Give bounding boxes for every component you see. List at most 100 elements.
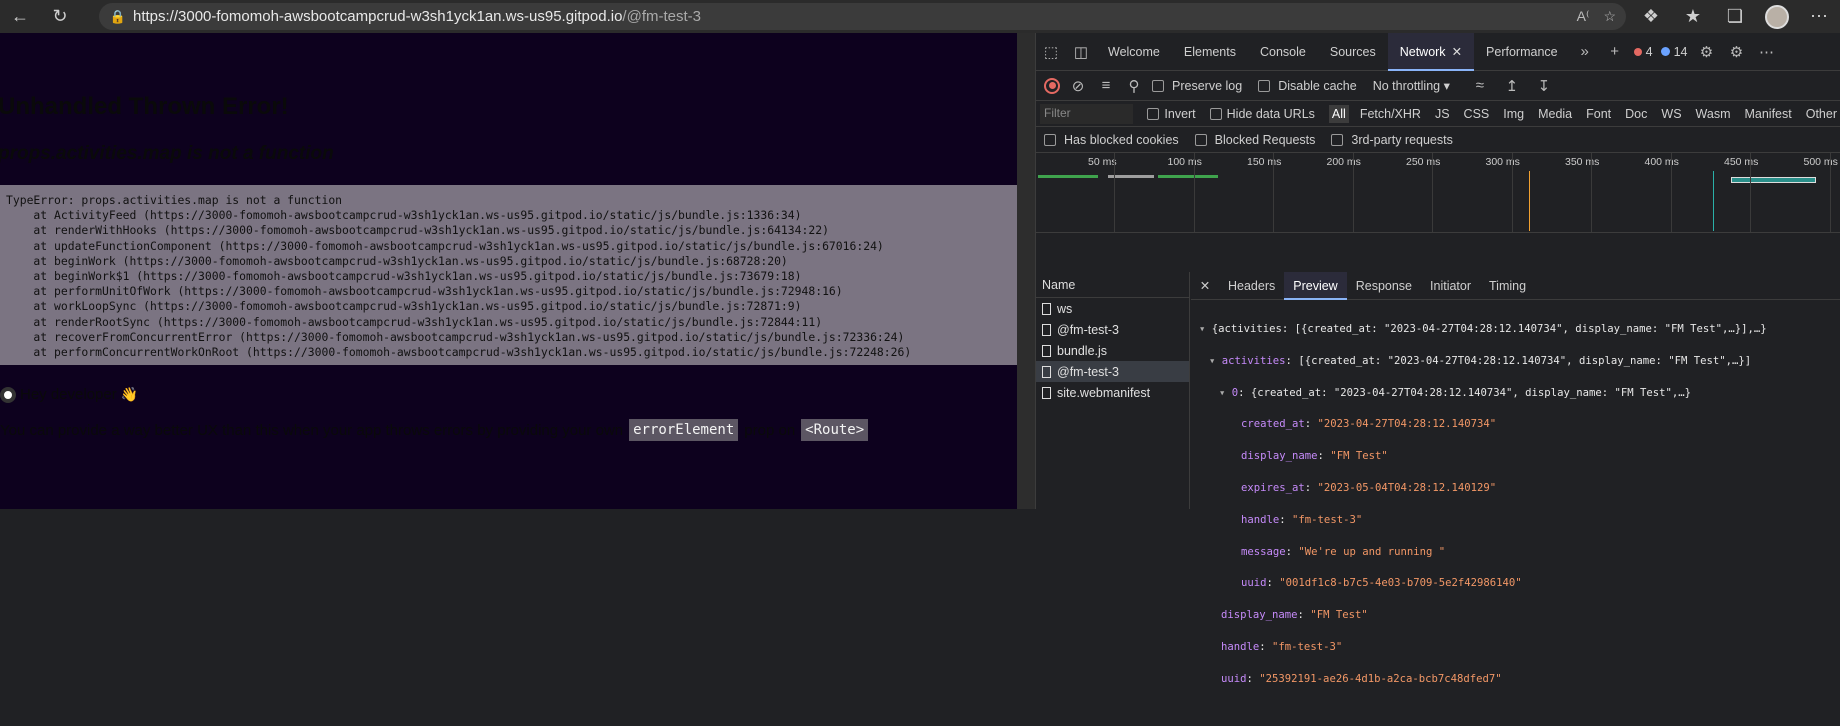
filter-type-ws[interactable]: WS — [1658, 105, 1684, 123]
filter-type-fetch[interactable]: Fetch/XHR — [1357, 105, 1424, 123]
address-bar[interactable]: 🔒 https://3000-fomomoh-awsbootcampcrud-w… — [99, 3, 1626, 30]
more-tabs-icon[interactable]: » — [1570, 43, 1600, 60]
timeline-gridline — [1511, 153, 1513, 232]
favorites-icon[interactable]: ★ — [1672, 0, 1714, 33]
timeline-selection[interactable] — [1731, 177, 1816, 183]
detail-tab-preview[interactable]: Preview — [1284, 271, 1347, 300]
tree-value: "fm-test-3" — [1292, 513, 1363, 526]
request-item[interactable]: site.webmanifest — [1036, 382, 1189, 403]
has-blocked-cookies-checkbox[interactable] — [1044, 133, 1056, 146]
hint-code-errorelement: errorElement — [629, 419, 739, 441]
timeline-gridline — [1114, 153, 1115, 232]
record-icon[interactable] — [1044, 77, 1060, 94]
tree-field: display_name: "FM Test" — [1241, 450, 1388, 463]
timeline-bar — [1038, 175, 1098, 178]
tree-key: handle — [1241, 513, 1280, 526]
timeline-tick-label: 500 ms — [1803, 156, 1838, 168]
lock-icon[interactable]: 🔒 — [103, 9, 133, 25]
url-text[interactable]: https://3000-fomomoh-awsbootcampcrud-w3s… — [133, 8, 701, 25]
third-party-checkbox[interactable] — [1331, 133, 1344, 146]
hide-data-urls-checkbox[interactable] — [1209, 107, 1222, 120]
filter-type-css[interactable]: CSS — [1461, 105, 1493, 123]
more-options-icon[interactable]: ⋯ — [1751, 43, 1781, 61]
close-detail-icon[interactable]: ✕ — [1191, 278, 1219, 293]
network-toolbar: ⊘ ≡ ⚲ Preserve log Disable cache No thro… — [1036, 71, 1840, 101]
import-har-icon[interactable]: ↥ — [1500, 77, 1524, 95]
timeline-gridline — [1829, 153, 1831, 232]
detail-tab-headers[interactable]: Headers — [1219, 272, 1284, 300]
close-tab-icon[interactable]: ✕ — [1452, 45, 1462, 59]
detail-tab-initiator[interactable]: Initiator — [1421, 272, 1480, 300]
timeline-gridline — [1352, 153, 1354, 232]
blocked-requests-label: Blocked Requests — [1214, 132, 1316, 147]
tab-elements[interactable]: Elements — [1172, 33, 1248, 71]
timeline-tick-label: 400 ms — [1644, 156, 1679, 168]
tab-console[interactable]: Console — [1248, 33, 1318, 71]
request-item[interactable]: ws — [1036, 298, 1189, 319]
tree-node-item-0[interactable]: ▾ 0: {created_at: "2023-04-27T04:28:12.1… — [1199, 386, 1832, 402]
filter-type-media[interactable]: Media — [1535, 105, 1575, 123]
collections-icon[interactable]: ❏ — [1714, 0, 1756, 33]
inspect-element-icon[interactable]: ⬚ — [1036, 43, 1066, 61]
tab-performance[interactable]: Performance — [1474, 33, 1570, 71]
detail-tab-timing[interactable]: Timing — [1480, 272, 1535, 300]
blocked-requests-checkbox[interactable] — [1194, 133, 1207, 146]
filter-type-img[interactable]: Img — [1500, 105, 1527, 123]
tree-root[interactable]: ▾ {activities: [{created_at: "2023-04-27… — [1199, 322, 1832, 338]
request-item-selected[interactable]: @fm-test-3 — [1036, 361, 1189, 382]
filter-type-other[interactable]: Other — [1803, 105, 1840, 123]
timeline-gridline — [1591, 153, 1592, 232]
tab-network[interactable]: Network ✕ — [1387, 32, 1475, 71]
detail-tab-response[interactable]: Response — [1347, 272, 1421, 300]
reload-icon[interactable]: ↻ — [40, 0, 80, 33]
name-column-header[interactable]: Name — [1036, 272, 1189, 298]
filter-type-manifest[interactable]: Manifest — [1741, 105, 1794, 123]
disc-icon — [0, 386, 16, 403]
preserve-log-checkbox[interactable] — [1152, 79, 1164, 92]
network-conditions-icon[interactable]: ≈ — [1468, 77, 1492, 94]
throttling-select[interactable]: No throttling ▾ — [1373, 78, 1450, 93]
request-item[interactable]: bundle.js — [1036, 340, 1189, 361]
profile-avatar[interactable] — [1756, 0, 1798, 33]
load-event-line — [1713, 171, 1714, 231]
filter-type-font[interactable]: Font — [1583, 105, 1614, 123]
settings-gear-icon[interactable]: ⚙ — [1691, 43, 1721, 61]
favorite-star-icon[interactable]: ☆ — [1603, 8, 1616, 25]
info-count-badge[interactable]: 14 — [1657, 45, 1692, 59]
invert-checkbox[interactable] — [1147, 107, 1160, 120]
url-host: https://3000-fomomoh-awsbootcampcrud-w3s… — [133, 8, 623, 25]
filter-type-doc[interactable]: Doc — [1622, 105, 1650, 123]
filter-input[interactable]: Filter — [1040, 103, 1134, 124]
tree-value: "001df1c8-b7c5-4e03-b709-5e2f42986140" — [1279, 577, 1522, 590]
device-toolbar-icon[interactable]: ◫ — [1066, 43, 1096, 61]
request-item[interactable]: @fm-test-3 — [1036, 319, 1189, 340]
expand-triangle-icon: ▾ — [1199, 322, 1212, 335]
more-menu-icon[interactable]: ⋯ — [1798, 0, 1840, 33]
network-body: Name ws @fm-test-3 bundle.js @fm-test-3 … — [1036, 271, 1840, 685]
filter-type-js[interactable]: JS — [1432, 105, 1453, 123]
tab-network-label: Network — [1399, 44, 1446, 59]
tab-sources[interactable]: Sources — [1318, 33, 1388, 71]
tree-node-activities[interactable]: ▾ activities: [{created_at: "2023-04-27T… — [1199, 354, 1832, 370]
network-overview-timeline[interactable]: 50 ms 100 ms 150 ms 200 ms 250 ms 300 ms 350 m… — [1036, 153, 1840, 233]
info-icon — [1660, 47, 1670, 56]
disable-cache-checkbox[interactable] — [1258, 79, 1271, 92]
filter-icon[interactable]: ≡ — [1096, 77, 1116, 94]
clear-icon[interactable]: ⊘ — [1068, 77, 1088, 95]
tab-welcome[interactable]: Welcome — [1096, 33, 1172, 71]
error-count-badge[interactable]: 4 — [1630, 45, 1657, 59]
search-icon[interactable]: ⚲ — [1124, 77, 1144, 95]
customize-icon[interactable]: ⚙ — [1721, 43, 1751, 61]
filter-type-wasm[interactable]: Wasm — [1693, 105, 1734, 123]
export-har-icon[interactable]: ↧ — [1532, 77, 1556, 95]
error-title: Unhandled Thrown Error! — [0, 93, 289, 120]
file-icon — [1042, 386, 1051, 399]
add-tab-icon[interactable]: + — [1600, 43, 1630, 60]
filter-type-all[interactable]: All — [1328, 104, 1349, 123]
error-message: props.activities.map is not a function — [0, 143, 334, 164]
tree-field: display_name: "FM Test" — [1221, 609, 1368, 622]
back-arrow-icon[interactable]: ← — [0, 0, 40, 33]
read-aloud-icon[interactable]: A⁽ — [1577, 8, 1590, 25]
devtools-splitter[interactable] — [1017, 33, 1035, 509]
extensions-icon[interactable]: ❖ — [1630, 0, 1672, 33]
